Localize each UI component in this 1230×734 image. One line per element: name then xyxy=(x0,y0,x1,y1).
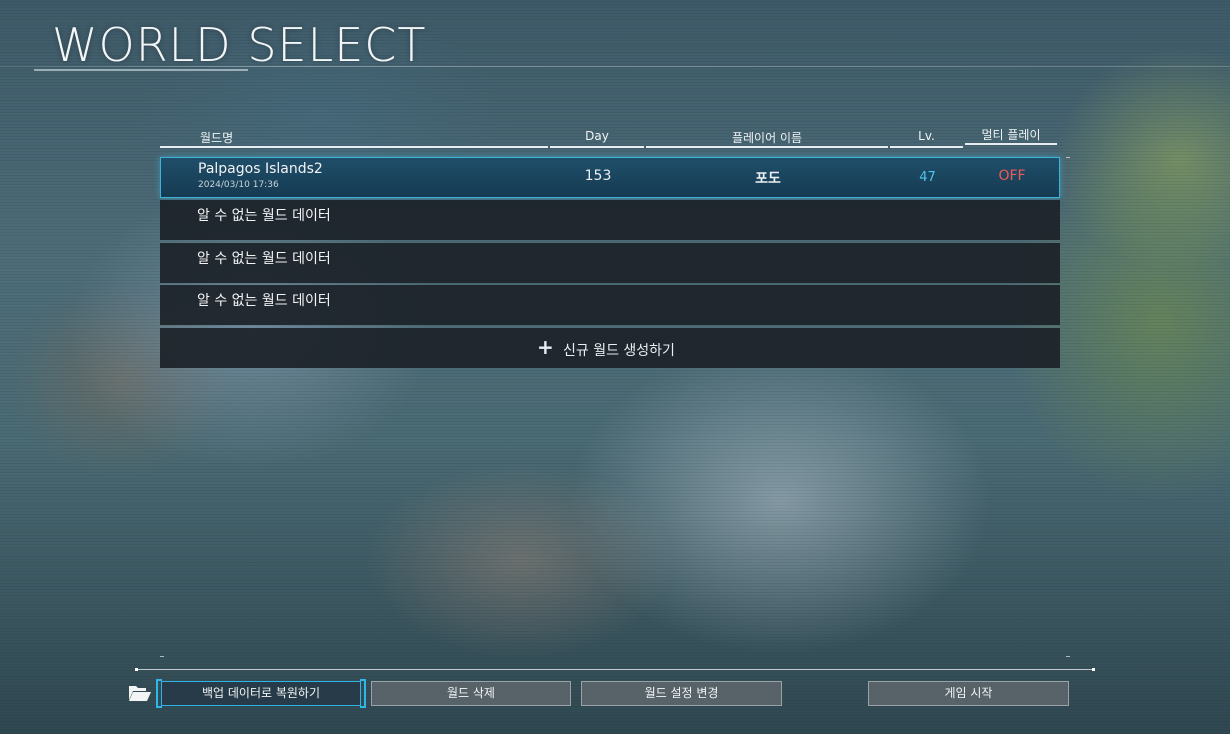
world-row[interactable]: 알 수 없는 월드 데이터 xyxy=(160,200,1060,240)
page-title: WORLD SELECT xyxy=(52,18,427,72)
world-name: 알 수 없는 월드 데이터 xyxy=(197,251,331,267)
new-world-button[interactable]: + 신규 월드 생성하기 xyxy=(160,328,1060,368)
new-world-label: 신규 월드 생성하기 xyxy=(563,343,675,359)
selection-bracket-right xyxy=(360,679,366,708)
world-player: 포도 xyxy=(755,171,781,187)
world-multiplayer: OFF xyxy=(998,168,1026,184)
frame-tick xyxy=(160,656,164,657)
world-name: Palpagos Islands2 xyxy=(198,161,323,177)
folder-open-icon[interactable] xyxy=(128,683,152,703)
world-name: 알 수 없는 월드 데이터 xyxy=(197,293,331,309)
frame-corner xyxy=(135,668,138,671)
world-level: 47 xyxy=(919,170,936,185)
header-level: Lv. xyxy=(890,128,963,148)
world-settings-button[interactable]: 월드 설정 변경 xyxy=(581,681,782,706)
title-divider xyxy=(0,66,1230,67)
frame-tick xyxy=(1066,656,1070,657)
world-name: 알 수 없는 월드 데이터 xyxy=(197,208,331,224)
restore-backup-button[interactable]: 백업 데이터로 복원하기 xyxy=(161,681,361,706)
header-player-name: 플레이어 이름 xyxy=(646,128,888,148)
header-day: Day xyxy=(550,128,644,148)
delete-world-button[interactable]: 월드 삭제 xyxy=(371,681,571,706)
footer-divider xyxy=(136,669,1094,670)
start-game-button[interactable]: 게임 시작 xyxy=(868,681,1069,706)
header-world-name: 월드명 xyxy=(160,128,548,148)
world-date: 2024/03/10 17:36 xyxy=(198,180,279,190)
title-underline xyxy=(34,69,248,71)
frame-tick xyxy=(1066,157,1070,158)
frame-corner xyxy=(1092,668,1095,671)
world-row-selected[interactable]: Palpagos Islands2 2024/03/10 17:36 153 포… xyxy=(160,157,1060,198)
world-row[interactable]: 알 수 없는 월드 데이터 xyxy=(160,243,1060,283)
plus-icon: + xyxy=(537,335,554,359)
world-row[interactable]: 알 수 없는 월드 데이터 xyxy=(160,285,1060,325)
header-multiplayer: 멀티 플레이 xyxy=(965,125,1057,145)
world-day: 153 xyxy=(584,168,612,184)
